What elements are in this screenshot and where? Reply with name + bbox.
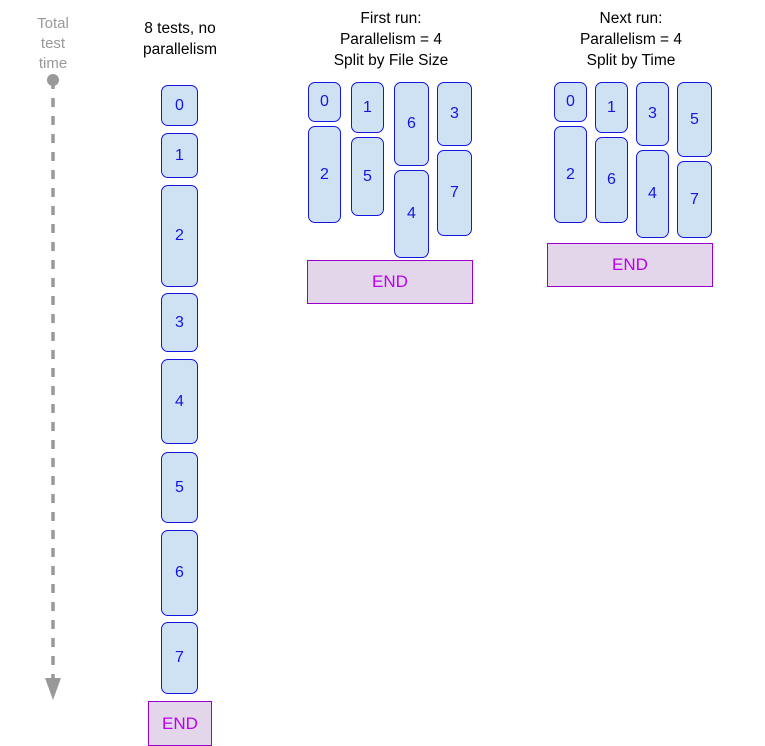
test-block[interactable]: 5 [351,137,384,216]
test-block[interactable]: 4 [394,170,429,258]
end-block[interactable]: END [547,243,713,287]
test-block[interactable]: 2 [161,185,198,287]
test-block[interactable]: 0 [308,82,341,122]
test-block[interactable]: 0 [161,85,198,126]
test-block[interactable]: 7 [437,150,472,236]
test-block[interactable]: 7 [677,161,712,238]
test-block[interactable]: 2 [554,126,587,223]
end-block[interactable]: END [148,701,212,746]
test-block[interactable]: 1 [161,133,198,178]
group-title-next-run: Next run: Parallelism = 4 Split by Time [579,10,683,69]
test-block[interactable]: 5 [677,82,712,157]
diagram-canvas: Total test time 8 tests, no parallelism … [0,0,765,746]
test-block[interactable]: 1 [351,82,384,133]
test-block[interactable]: 3 [437,82,472,146]
test-block[interactable]: 5 [161,452,198,523]
test-block[interactable]: 1 [595,82,628,133]
test-block[interactable]: 3 [636,82,669,146]
test-block[interactable]: 6 [394,82,429,166]
downward-dashed-arrow-icon [45,74,61,700]
test-block[interactable]: 6 [595,137,628,223]
test-block[interactable]: 2 [308,126,341,223]
total-test-time-label: Total test time [37,15,69,72]
end-block[interactable]: END [307,260,473,304]
test-block[interactable]: 3 [161,293,198,352]
group-title-serial: 8 tests, no parallelism [142,20,218,58]
test-block[interactable]: 4 [161,359,198,444]
test-block[interactable]: 4 [636,150,669,238]
test-block[interactable]: 6 [161,530,198,616]
group-title-first-run: First run: Parallelism = 4 Split by File… [333,10,449,69]
test-block[interactable]: 7 [161,622,198,694]
test-block[interactable]: 0 [554,82,587,122]
